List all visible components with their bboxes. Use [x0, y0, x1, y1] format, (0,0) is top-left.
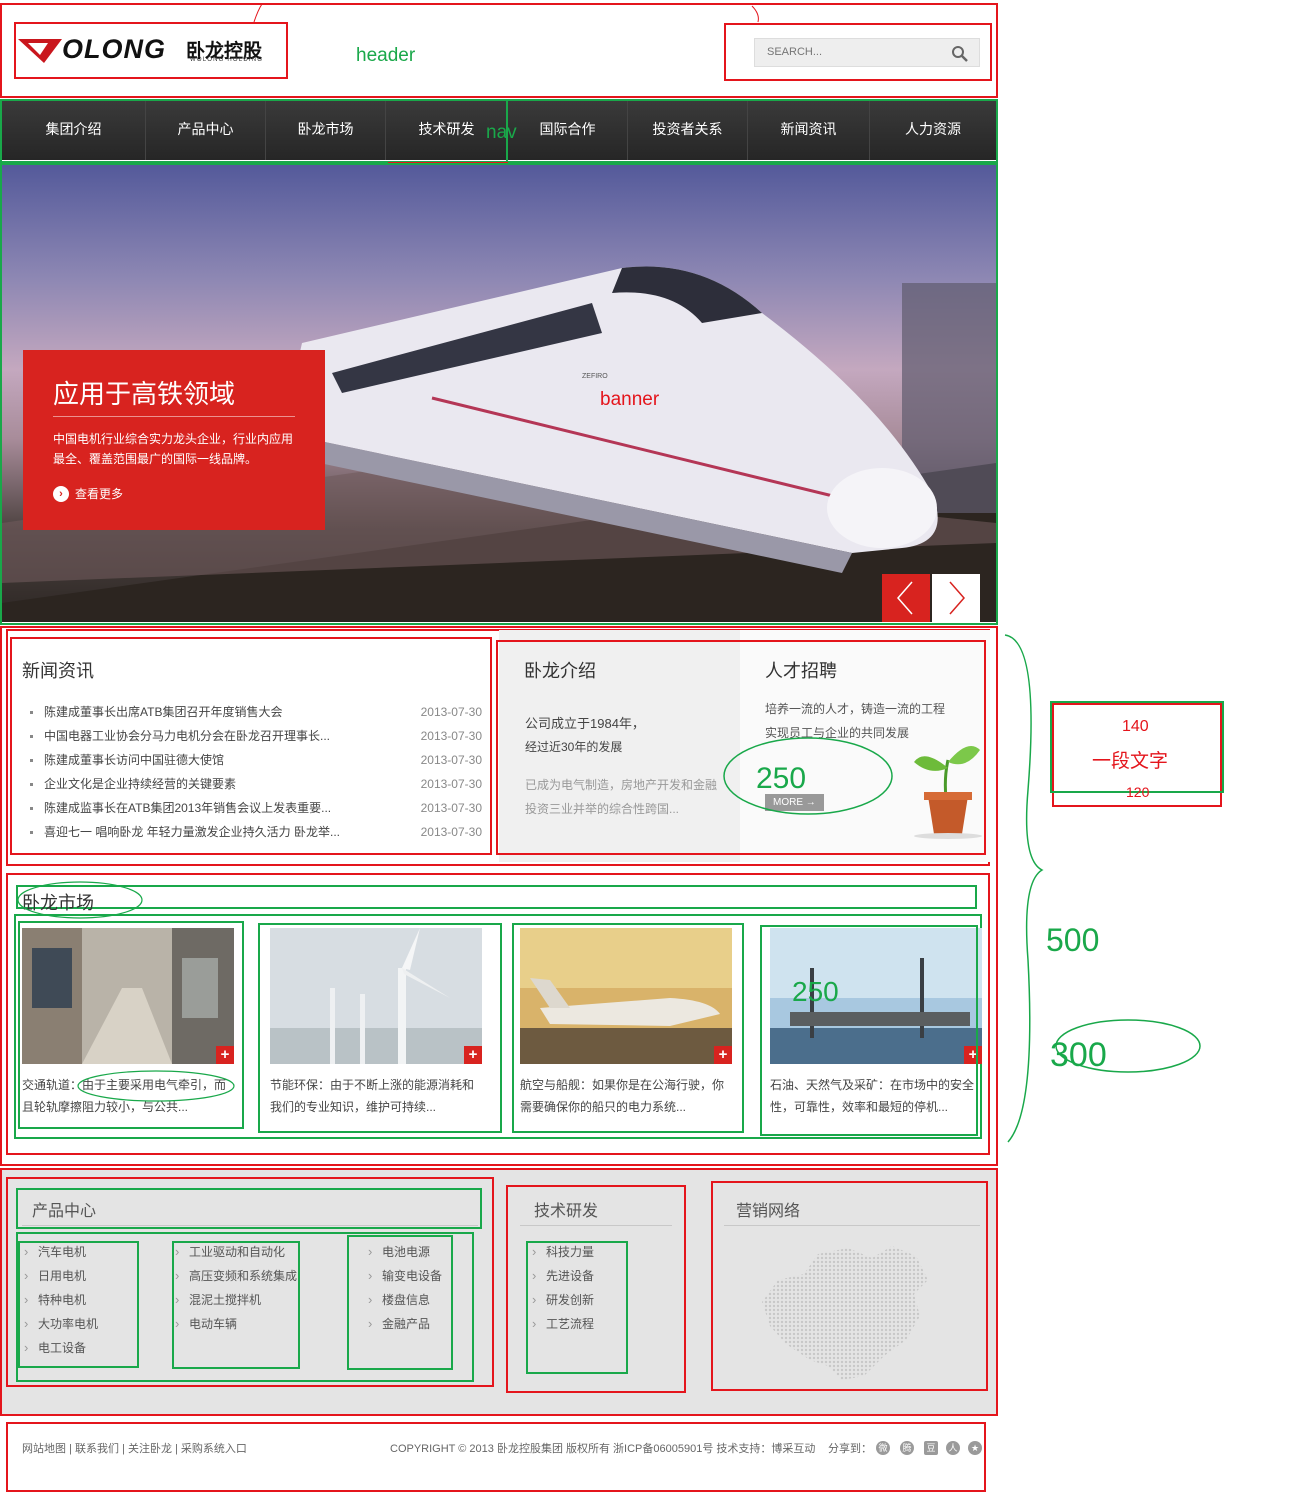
- weibo-icon[interactable]: 微: [876, 1441, 890, 1455]
- star-icon[interactable]: ★: [968, 1441, 982, 1455]
- anno-nav-label: nav: [486, 122, 517, 143]
- anno-footer-box: [6, 1422, 986, 1492]
- anno-search-box: [724, 23, 992, 81]
- douban-icon[interactable]: 豆: [924, 1441, 938, 1455]
- anno-network-box: [711, 1181, 988, 1391]
- anno-col-box: [18, 1241, 139, 1368]
- anno-header-label: header: [356, 45, 416, 66]
- anno-side-140: 140: [1122, 718, 1149, 735]
- anno-500-label: 500: [1046, 922, 1100, 958]
- anno-tech-list-box: [526, 1241, 628, 1374]
- anno-side-text: 一段文字: [1092, 751, 1169, 772]
- anno-side-120: 120: [1126, 784, 1150, 800]
- anno-250-card-label: 250: [792, 976, 839, 1007]
- footer-links[interactable]: 网站地图 | 联系我们 | 关注卧龙 | 采购系统入口: [22, 1440, 247, 1456]
- anno-banner-box: [0, 163, 998, 625]
- tencent-icon[interactable]: 腾: [900, 1441, 914, 1455]
- anno-text-ellipse: [77, 1070, 235, 1102]
- anno-market-title-box: [16, 885, 977, 909]
- anno-card-box: [760, 925, 978, 1136]
- footer-copyright: COPYRIGHT © 2013 卧龙控股集团 版权所有 浙ICP备060059…: [390, 1443, 816, 1455]
- anno-products-title-box: [16, 1188, 482, 1229]
- anno-card-box: [258, 923, 502, 1133]
- anno-ellipse-300: 300: [1050, 1019, 1201, 1074]
- anno-news-box: [10, 637, 492, 855]
- anno-banner-label: banner: [600, 389, 660, 410]
- anno-250-label: 250: [756, 762, 806, 795]
- anno-card-box: [512, 923, 744, 1133]
- anno-strokes: [253, 3, 759, 23]
- anno-300-label: 300: [1050, 1036, 1107, 1074]
- share-label: 分享到：: [828, 1443, 872, 1455]
- anno-logo-box: [14, 22, 288, 79]
- anno-col-box: [172, 1241, 300, 1369]
- anno-col-box: [347, 1235, 453, 1370]
- anno-ellipse-250: 250: [723, 737, 893, 815]
- renren-icon[interactable]: 人: [946, 1441, 960, 1455]
